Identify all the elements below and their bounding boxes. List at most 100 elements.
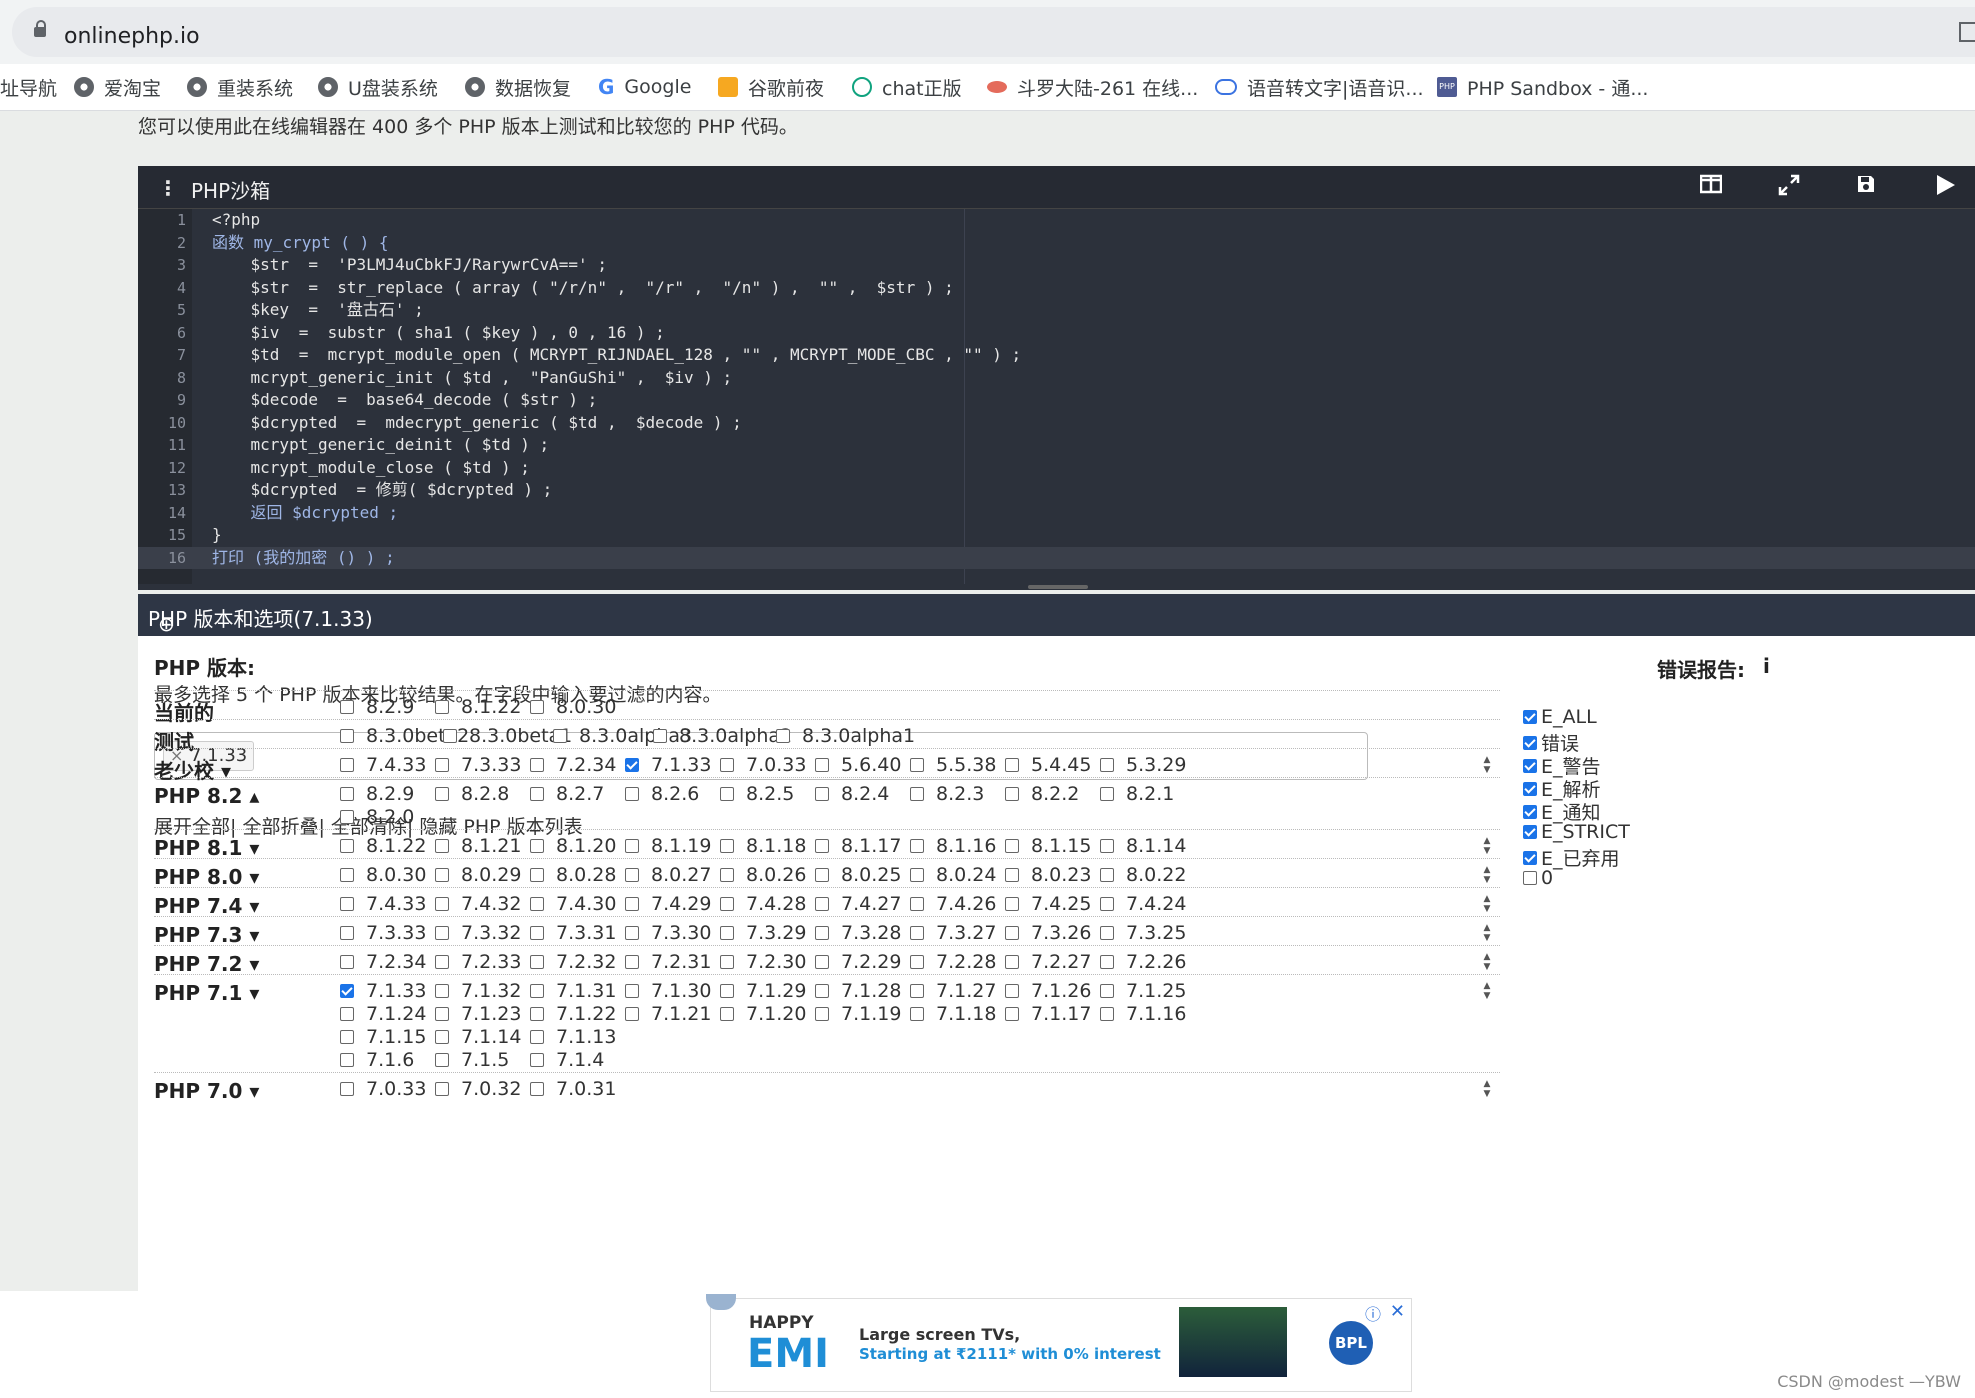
checkbox[interactable] [815,984,829,998]
checkbox[interactable] [435,1082,449,1096]
bookmark-item[interactable]: 数据恢复 [465,74,571,100]
checkbox[interactable] [1100,926,1114,940]
checkbox[interactable] [1523,758,1537,773]
install-app-icon[interactable] [1959,22,1975,42]
version-checkbox[interactable]: 7.2.31 [625,951,711,973]
version-checkbox[interactable]: 7.3.29 [720,922,806,944]
checkbox[interactable] [1005,839,1019,853]
bookmark-item[interactable]: G Google [598,74,691,100]
version-checkbox[interactable]: 7.2.28 [910,951,996,973]
version-checkbox[interactable]: 7.1.32 [435,980,521,1002]
version-checkbox[interactable]: 7.1.31 [530,980,616,1002]
code-line[interactable]: 6 $iv = substr ( sha1 ( $key ) , 0 , 16 … [138,322,1975,345]
checkbox[interactable] [720,955,734,969]
checkbox[interactable] [340,955,354,969]
code-line[interactable]: 15} [138,524,1975,547]
version-checkbox[interactable]: 7.2.29 [815,951,901,973]
checkbox[interactable] [625,955,639,969]
version-checkbox[interactable]: 7.1.13 [530,1026,616,1048]
version-group-label[interactable]: PHP 7.0 ▾ [154,1079,259,1103]
code-line[interactable]: 3 $str = 'P3LMJ4uCbkFJ/RarywrCvA==' ; [138,254,1975,277]
code-editor[interactable]: 1 <?php 2 函数 my_crypt ( ) {3 $str = 'P3LMJ4… [138,209,1975,584]
checkbox[interactable] [720,787,734,801]
version-checkbox[interactable]: 7.2.30 [720,951,806,973]
checkbox[interactable] [530,1007,544,1021]
version-checkbox[interactable]: 7.1.15 [340,1026,426,1048]
version-checkbox[interactable]: 8.2.9 [340,696,414,718]
version-checkbox[interactable]: 7.4.28 [720,893,806,915]
version-checkbox[interactable]: 7.4.26 [910,893,996,915]
code-line[interactable]: 9 $decode = base64_decode ( $str ) ; [138,389,1975,412]
resize-handle[interactable] [1028,585,1088,589]
version-checkbox[interactable]: 7.1.27 [910,980,996,1002]
version-checkbox[interactable]: 8.2.8 [435,783,509,805]
version-checkbox[interactable]: 8.0.25 [815,864,901,886]
version-checkbox[interactable]: 7.2.34 [340,951,426,973]
checkbox[interactable] [435,955,449,969]
version-checkbox[interactable]: 7.3.26 [1005,922,1091,944]
checkbox[interactable] [910,839,924,853]
version-checkbox[interactable]: 8.3.0alpha2 [653,725,792,747]
checkbox[interactable] [1523,781,1537,796]
version-checkbox[interactable]: 7.1.18 [910,1003,996,1025]
version-checkbox[interactable]: 7.0.32 [435,1078,521,1100]
version-checkbox[interactable]: 8.1.22 [340,835,426,857]
version-checkbox[interactable]: 8.0.27 [625,864,711,886]
code-line[interactable]: 10 $dcrypted = mdecrypt_generic ( $td , … [138,412,1975,435]
version-checkbox[interactable]: 7.0.31 [530,1078,616,1100]
version-checkbox[interactable]: 7.1.26 [1005,980,1091,1002]
code-line[interactable]: 4 $str = str_replace ( array ( "/r/n" , … [138,277,1975,300]
checkbox[interactable] [1523,804,1537,819]
row-scroll-icon[interactable]: ▲ ▼ [1480,894,1494,914]
bookmark-item[interactable]: PHP PHP Sandbox - 通... [1437,74,1648,100]
checkbox[interactable] [815,1007,829,1021]
version-group-label[interactable]: PHP 7.1 ▾ [154,981,259,1005]
editor-resize-bar[interactable] [138,584,1975,590]
checkbox[interactable] [720,839,734,853]
version-checkbox[interactable]: 7.4.30 [530,893,616,915]
row-scroll-icon[interactable]: ▲ ▼ [1480,755,1494,775]
checkbox[interactable] [435,758,449,772]
checkbox[interactable] [1005,984,1019,998]
row-scroll-icon[interactable]: ▲ ▼ [1480,836,1494,856]
version-checkbox[interactable]: 8.2.6 [625,783,699,805]
ad-info-icon[interactable]: ⓘ [1365,1301,1381,1325]
checkbox[interactable] [1100,868,1114,882]
version-checkbox[interactable]: 8.2.1 [1100,783,1174,805]
menu-dots-icon[interactable]: ⋮ [158,176,178,200]
checkbox[interactable] [815,839,829,853]
checkbox[interactable] [625,787,639,801]
checkbox[interactable] [1005,926,1019,940]
version-checkbox[interactable]: 8.1.20 [530,835,616,857]
checkbox[interactable] [340,810,354,824]
version-checkbox[interactable]: 8.1.18 [720,835,806,857]
bookmark-item[interactable]: chat正版 [852,74,962,100]
bookmark-item[interactable]: 语音转文字|语音识... [1215,74,1424,100]
version-checkbox[interactable]: 7.1.20 [720,1003,806,1025]
version-checkbox[interactable]: 7.1.23 [435,1003,521,1025]
version-checkbox[interactable]: 8.2.3 [910,783,984,805]
checkbox[interactable] [910,787,924,801]
row-scroll-icon[interactable]: ▲ ▼ [1480,865,1494,885]
row-scroll-icon[interactable]: ▲ ▼ [1480,981,1494,1001]
version-checkbox[interactable]: 8.3.0alpha1 [776,725,915,747]
checkbox[interactable] [720,984,734,998]
checkbox[interactable] [815,868,829,882]
version-checkbox[interactable]: 7.2.27 [1005,951,1091,973]
version-checkbox[interactable]: 7.3.33 [340,922,426,944]
version-checkbox[interactable]: 7.1.24 [340,1003,426,1025]
checkbox[interactable] [340,1053,354,1067]
checkbox[interactable] [625,868,639,882]
version-checkbox[interactable]: 7.3.27 [910,922,996,944]
row-scroll-icon[interactable]: ▲ ▼ [1480,1079,1494,1099]
checkbox[interactable] [910,758,924,772]
checkbox[interactable] [435,787,449,801]
version-checkbox[interactable]: 7.2.33 [435,951,521,973]
checkbox[interactable] [435,984,449,998]
version-checkbox[interactable]: 7.1.28 [815,980,901,1002]
checkbox[interactable] [625,984,639,998]
code-line[interactable]: 11 mcrypt_generic_deinit ( $td ) ; [138,434,1975,457]
version-checkbox[interactable]: 7.2.26 [1100,951,1186,973]
checkbox[interactable] [530,787,544,801]
checkbox[interactable] [625,839,639,853]
